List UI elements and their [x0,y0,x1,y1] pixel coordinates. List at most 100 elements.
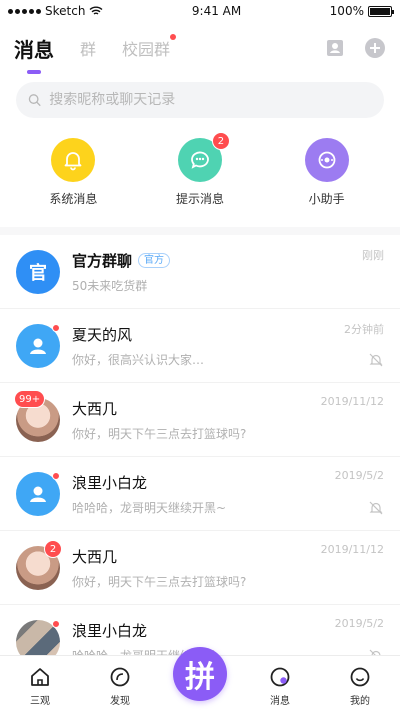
search-icon [28,94,41,107]
conversation-time: 2019/11/12 [320,395,384,408]
conversation-time: 2分钟前 [344,323,384,336]
conversation-preview: 你好，明天下午三点去打篮球吗? [72,574,247,589]
section-divider [0,227,400,235]
message-icon [267,664,293,690]
signal-icon [8,8,41,14]
avatar-text: 官 [29,262,47,284]
status-bar: Sketch 9:41 AM 100% [0,0,400,22]
quick-system-messages[interactable]: 系统消息 [23,138,123,207]
conversation-name: 大西几 [72,399,118,418]
tab-groups-label: 群 [80,40,97,59]
conversation-name: 浪里小白龙 [72,621,148,640]
status-right: 100% [329,4,394,18]
contacts-icon [327,40,343,56]
nav-profile[interactable]: 我的 [330,664,390,707]
nav-center[interactable]: 拼 [170,647,230,707]
add-button[interactable] [364,37,386,59]
conversation-meta: 刚刚 [362,247,384,263]
conversation-time: 2019/5/2 [334,469,384,482]
tab-campus-groups[interactable]: 校园群 [122,34,177,60]
conversation-name-wrap: 官方群聊 官方 [72,250,384,271]
avatar-photo: 99+ [14,389,60,442]
user-silhouette-icon [30,338,46,354]
notice-messages-circle: 2 [177,132,230,182]
assistant-label: 小助手 [308,192,345,206]
tab-campus-reddot [170,34,177,40]
conversation-preview: 哈哈哈，龙哥明天继续开黑~ [72,500,227,515]
avatar-photo: 2 [16,539,62,590]
search-input[interactable] [47,91,372,109]
tab-campus-groups-label: 校园群 [122,40,171,59]
add-circle-icon [365,38,385,58]
nav-discover[interactable]: 发现 [90,664,150,707]
conversation-name: 浪里小白龙 [72,473,148,492]
avatar-official: 官 [16,249,60,294]
system-messages-label: 系统消息 [49,192,98,206]
contacts-button[interactable] [324,37,346,59]
mute-bell-icon [369,353,383,367]
conversation-list: 官 官方群聊 官方 50未来吃货群 刚刚 夏天的风 你好，很高兴认识大家… 2分… [0,235,400,679]
unread-dot [52,471,60,480]
nav-messages[interactable]: 消息 [250,664,310,707]
tab-messages[interactable]: 消息 [14,34,54,74]
profile-icon [347,664,373,690]
conversation-name: 夏天的风 [72,325,133,344]
tab-messages-label: 消息 [14,37,54,62]
status-left: Sketch [8,4,103,18]
conversation-meta: 2019/11/12 [321,543,384,556]
tab-groups[interactable]: 群 [80,36,96,60]
system-messages-circle [51,138,96,182]
conversation-preview: 你好，明天下午三点去打篮球吗? [72,426,247,441]
conversation-preview: 50未来吃货群 [72,278,148,293]
quick-notice-messages[interactable]: 2 提示消息 [150,132,250,207]
assistant-icon [318,151,336,169]
conversation-meta: 2019/5/2 [335,617,384,630]
center-pin-label: 拼 [185,660,215,695]
status-time: 9:41 AM [191,4,242,18]
chat-bubble-icon [191,151,209,169]
conversation-time: 2019/11/12 [320,543,384,556]
conversation-name: 大西几 [72,547,118,566]
home-icon [27,664,53,690]
official-tag: 官方 [138,252,171,268]
conversation-time: 2019/5/2 [334,617,384,630]
quick-assistant[interactable]: 小助手 [277,138,377,207]
conversation-meta: 2019/5/2 [335,469,384,482]
notice-badge: 2 [211,132,230,150]
carrier-label: Sketch [45,4,86,18]
unread-count-badge: 99+ [14,389,46,408]
mute-bell-icon [369,501,383,515]
conversation-row[interactable]: 夏天的风 你好，很高兴认识大家… 2分钟前 [0,309,400,383]
conversation-content: 夏天的风 你好，很高兴认识大家… [72,324,384,368]
discover-icon [107,664,133,690]
quick-actions: 系统消息 2 提示消息 小助手 [0,118,400,215]
battery-label: 100% [329,4,364,18]
conversation-meta: 2019/11/12 [321,395,384,408]
notice-messages-label: 提示消息 [175,192,224,206]
unread-dot [52,619,60,628]
conversation-row[interactable]: 2 大西几 你好，明天下午三点去打篮球吗? 2019/11/12 [0,531,400,605]
bottom-nav: 三观 发现 拼 消息 我的 [0,647,400,711]
nav-discover-label: 发现 [110,696,130,707]
nav-messages-label: 消息 [270,696,290,707]
unread-count-badge: 2 [44,539,62,558]
tab-active-indicator [27,69,41,74]
avatar-default [16,471,60,516]
search-bar [16,82,384,118]
avatar-default [16,323,60,368]
user-silhouette-icon [30,486,46,502]
conversation-content: 官方群聊 官方 50未来吃货群 [72,250,384,294]
conversation-row[interactable]: 浪里小白龙 哈哈哈，龙哥明天继续开黑~ 2019/5/2 [0,457,400,531]
nav-profile-label: 我的 [350,696,370,707]
battery-icon [367,5,394,17]
conversation-row[interactable]: 官 官方群聊 官方 50未来吃货群 刚刚 [0,235,400,309]
top-actions [324,37,386,59]
nav-home[interactable]: 三观 [10,664,70,707]
unread-dot [52,323,60,332]
nav-home-label: 三观 [30,696,50,707]
conversation-row[interactable]: 99+ 大西几 你好，明天下午三点去打篮球吗? 2019/11/12 [0,383,400,457]
conversation-name: 官方群聊 [72,251,133,270]
conversation-meta: 2分钟前 [344,321,384,337]
wifi-icon [89,6,103,15]
top-nav: 消息 群 校园群 [0,22,400,74]
